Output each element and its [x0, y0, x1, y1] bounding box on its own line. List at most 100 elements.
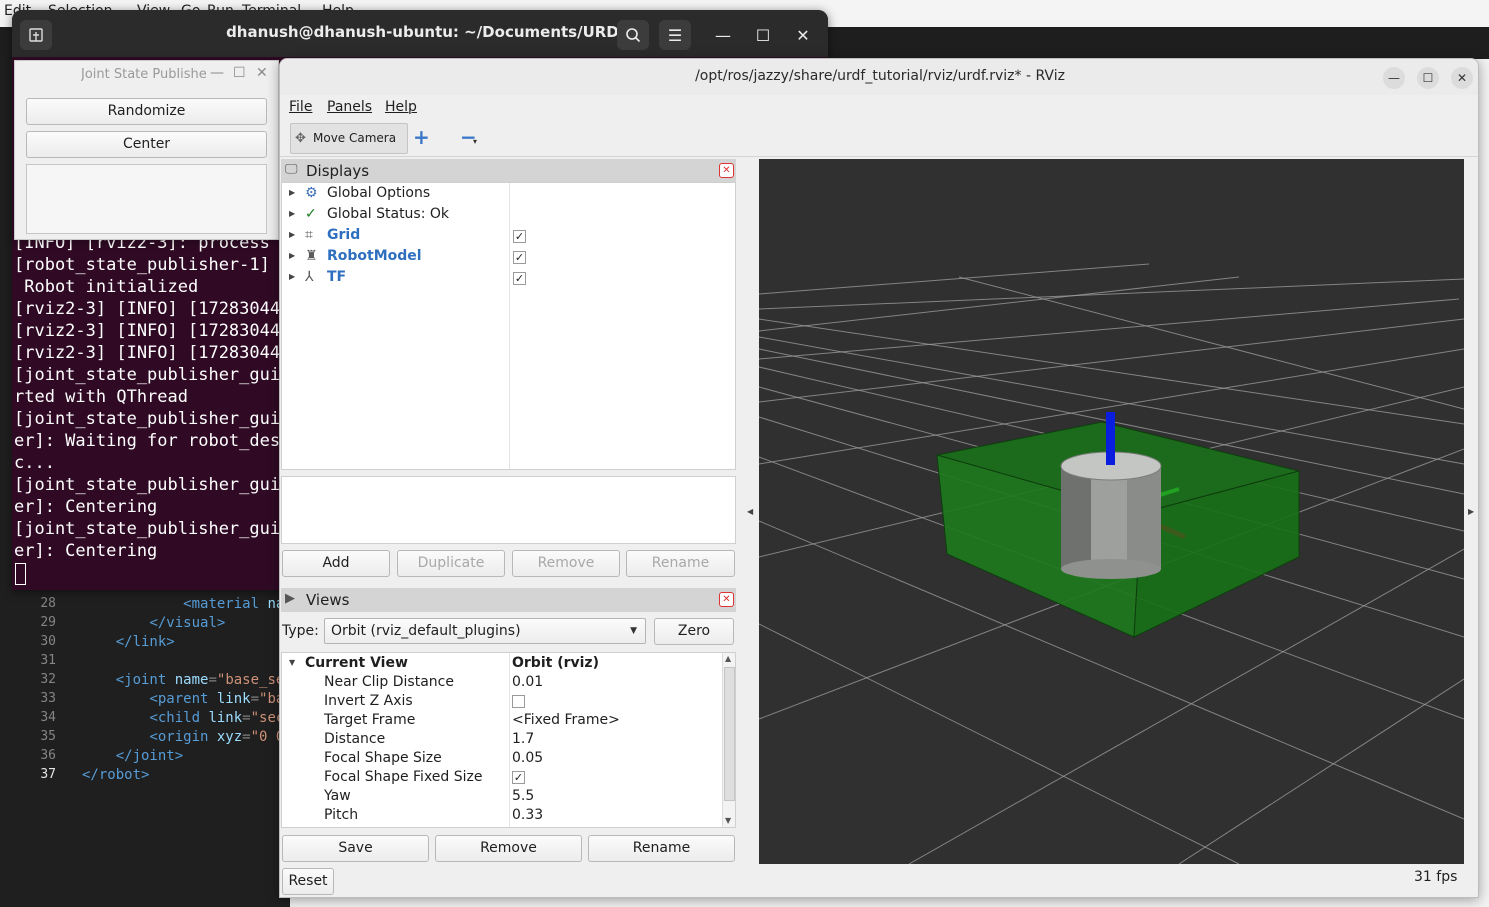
remove-display-button[interactable]: Remove	[512, 550, 620, 577]
property-value[interactable]: <Fixed Frame>	[512, 712, 620, 728]
expand-arrow-icon[interactable]: ▶	[289, 272, 295, 281]
terminal-line: Robot initialized	[14, 277, 199, 297]
code-token: <origin	[149, 729, 217, 745]
code-line: 34 <child link="sec	[0, 710, 290, 729]
property-checkbox[interactable]: ✓	[512, 771, 525, 784]
current-view-row[interactable]: ▼ Current View Orbit (rviz)	[282, 654, 722, 673]
view-property-row[interactable]: Distance 1.7	[282, 730, 722, 749]
view-properties[interactable]: ▲ ▼ ▼ Current View Orbit (rviz) Near Clip D…	[281, 652, 736, 828]
view-property-row[interactable]: Pitch 0.33	[282, 806, 722, 825]
dropdown-arrow-icon: ▾	[473, 137, 478, 146]
rviz-window[interactable]: /opt/ros/jazzy/share/urdf_tutorial/rviz/…	[279, 58, 1479, 898]
display-item[interactable]: ▶ ⌗ Grid ✓	[282, 226, 735, 247]
terminal-output: [INFO] [rviz2-3]: process s [robot_state_…	[14, 232, 290, 562]
view-property-row[interactable]: Focal Shape Size 0.05	[282, 749, 722, 768]
menu-help[interactable]: Help	[385, 99, 417, 115]
jsp-minimize-icon[interactable]: —	[210, 65, 224, 81]
save-view-button[interactable]: Save	[282, 835, 429, 862]
remove-tool-button[interactable]: − ▾	[460, 125, 477, 149]
property-checkbox[interactable]	[512, 695, 525, 708]
terminal-search-button[interactable]	[617, 20, 649, 50]
rviz-menubar: File Panels Help	[280, 95, 1478, 119]
menu-panels[interactable]: Panels	[327, 99, 372, 115]
terminal-line: [rviz2-3] [INFO] [172830444	[14, 321, 291, 341]
view-type-select[interactable]: Orbit (rviz_default_plugins) ▼	[324, 618, 646, 644]
scroll-up-icon[interactable]: ▲	[725, 654, 731, 663]
terminal-line: er]: Centering	[14, 541, 158, 561]
collapse-left-icon[interactable]: ◀	[747, 507, 753, 516]
remove-view-button[interactable]: Remove	[435, 835, 582, 862]
rename-display-button[interactable]: Rename	[626, 550, 735, 577]
view-property-row[interactable]: Target Frame <Fixed Frame>	[282, 711, 722, 730]
terminal-maximize-button[interactable]: ☐	[747, 20, 779, 50]
property-value[interactable]: 0.05	[512, 750, 543, 766]
joint-state-publisher-window[interactable]: Joint State Publisher — ☐ ✕ Randomize Ce…	[14, 60, 279, 240]
view-property-row[interactable]: Near Clip Distance 0.01	[282, 673, 722, 692]
expand-arrow-icon[interactable]: ▶	[289, 209, 295, 218]
terminal-menu-button[interactable]: ☰	[659, 20, 691, 50]
property-value[interactable]: 5.5	[512, 788, 534, 804]
displays-tree[interactable]: ▶ ⚙ Global Options ▶ ✓ Global Status: Ok ▶ ⌗ Gri…	[281, 182, 736, 470]
expand-arrow-icon[interactable]: ▶	[289, 230, 295, 239]
add-tool-button[interactable]: +	[413, 125, 430, 149]
view-property-row[interactable]: Focal Shape Fixed Size ✓	[282, 768, 722, 787]
add-display-button[interactable]: Add	[282, 550, 390, 577]
reset-button[interactable]: Reset	[282, 868, 334, 895]
display-item-label: TF	[327, 269, 347, 285]
terminal-minimize-button[interactable]: —	[707, 20, 739, 50]
axes-icon: ⅄	[305, 269, 314, 285]
expand-arrow-icon[interactable]: ▶	[289, 251, 295, 260]
rviz-maximize-button[interactable]: ☐	[1417, 67, 1439, 89]
property-value: Orbit (rviz)	[512, 655, 599, 671]
code-token: </joint>	[115, 748, 184, 764]
property-value[interactable]: 1.7	[512, 731, 534, 747]
jsp-close-icon[interactable]: ✕	[256, 65, 268, 81]
code-text: <origin xyz="0 0	[82, 729, 284, 745]
rviz-minimize-button[interactable]: —	[1383, 67, 1405, 89]
display-item[interactable]: ▶ ⅄ TF ✓	[282, 268, 735, 289]
code-text: <child link="sec	[82, 710, 284, 726]
rviz-close-button[interactable]: ✕	[1451, 67, 1473, 89]
displays-panel-header: 🖵 Displays ✕	[281, 159, 736, 183]
scroll-down-icon[interactable]: ▼	[725, 816, 731, 825]
property-value[interactable]: 0.33	[512, 807, 543, 823]
views-close-button[interactable]: ✕	[719, 592, 734, 607]
close-icon: ✕	[1456, 71, 1468, 85]
properties-scrollbar[interactable]: ▲ ▼	[722, 653, 735, 827]
display-item[interactable]: ▶ ♜ RobotModel ✓	[282, 247, 735, 268]
rename-view-button[interactable]: Rename	[588, 835, 735, 862]
zero-button[interactable]: Zero	[654, 618, 734, 645]
view-property-row[interactable]: Invert Z Axis	[282, 692, 722, 711]
line-number: 33	[40, 691, 56, 706]
display-item[interactable]: ▶ ✓ Global Status: Ok	[282, 205, 735, 226]
move-camera-label: Move Camera	[313, 131, 397, 145]
scrollbar-thumb[interactable]	[724, 667, 735, 801]
duplicate-display-button[interactable]: Duplicate	[397, 550, 505, 577]
displays-close-button[interactable]: ✕	[719, 163, 734, 178]
randomize-button[interactable]: Randomize	[26, 98, 267, 125]
move-camera-tool[interactable]: ✥ Move Camera	[290, 123, 408, 154]
expand-arrow-icon[interactable]: ▶	[289, 188, 295, 197]
menu-file[interactable]: File	[289, 99, 312, 115]
display-enabled-checkbox[interactable]: ✓	[513, 230, 526, 243]
jsp-maximize-icon[interactable]: ☐	[233, 65, 246, 81]
code-token: =	[242, 710, 251, 726]
robot-icon: ♜	[305, 248, 318, 264]
display-enabled-checkbox[interactable]: ✓	[513, 272, 526, 285]
collapse-arrow-icon[interactable]: ▼	[289, 658, 295, 667]
code-line: 35 <origin xyz="0 0	[0, 729, 290, 748]
display-item[interactable]: ▶ ⚙ Global Options	[282, 184, 735, 205]
collapse-right-icon[interactable]: ▶	[1468, 507, 1474, 516]
property-value[interactable]: 0.01	[512, 674, 543, 690]
center-button[interactable]: Center	[26, 131, 267, 158]
grid-line	[758, 623, 1240, 865]
terminal-title: dhanush@dhanush-ubuntu: ~/Documents/URDF…	[226, 23, 638, 41]
minimize-icon: —	[1388, 71, 1400, 85]
view-property-row[interactable]: Yaw 5.5	[282, 787, 722, 806]
display-enabled-checkbox[interactable]: ✓	[513, 251, 526, 264]
3d-render-view[interactable]	[758, 159, 1465, 865]
fps-counter: 31 fps	[1414, 869, 1458, 885]
terminal-close-button[interactable]: ✕	[787, 20, 819, 50]
